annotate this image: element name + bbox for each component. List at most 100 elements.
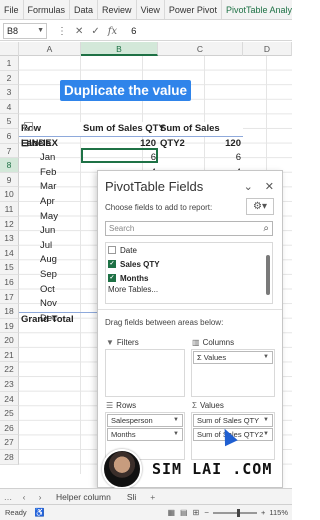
row-header-22[interactable]: 22 (0, 362, 19, 378)
rows-chip-months[interactable]: Months ▼ (107, 428, 183, 441)
values-chip-sales-qty[interactable]: Sum of Sales QTY ▼ (193, 414, 273, 427)
normal-view-icon[interactable]: ▦ (167, 508, 175, 517)
row-header-18[interactable]: 18 (0, 304, 19, 319)
row-header-24[interactable]: 24 (0, 391, 19, 407)
group-label[interactable]: ⊟ INDEX (21, 137, 58, 152)
select-all-corner[interactable] (0, 42, 19, 56)
month-label[interactable]: Sep (40, 268, 57, 283)
row-header-11[interactable]: 11 (0, 201, 19, 217)
field-list-scrollbar[interactable] (266, 255, 270, 295)
tab-data[interactable]: Data (70, 0, 99, 19)
page-layout-icon[interactable]: ▤ (180, 508, 188, 517)
row-header-14[interactable]: 14 (0, 245, 19, 261)
month-label[interactable]: Apr (40, 195, 55, 210)
chevron-down-icon[interactable]: ▼ (263, 352, 269, 363)
checkbox-sales-qty[interactable]: ✓ (108, 260, 116, 268)
month-label[interactable]: Jan (40, 151, 55, 166)
chevron-down-icon[interactable]: ▼ (173, 429, 179, 440)
more-icon[interactable]: ⋮ (57, 26, 67, 37)
add-sheet-icon[interactable]: + (150, 492, 155, 502)
enter-icon[interactable]: ✓ (91, 26, 99, 37)
row-header-15[interactable]: 15 (0, 260, 19, 275)
tab-pivottable-analyze[interactable]: PivotTable Analyze (222, 0, 292, 19)
close-icon[interactable]: ✕ (265, 180, 274, 193)
row-header-25[interactable]: 25 (0, 406, 19, 421)
row-header-1[interactable]: 1 (0, 56, 19, 71)
columns-values-chip[interactable]: Σ Values ▼ (193, 351, 273, 364)
name-box[interactable]: B8 ▼ (3, 23, 47, 39)
row-header-28[interactable]: 28 (0, 450, 19, 465)
row-header-16[interactable]: 16 (0, 274, 19, 290)
tab-power-pivot[interactable]: Power Pivot (165, 0, 222, 19)
row-header-20[interactable]: 20 (0, 333, 19, 348)
sheet-tab-helper-column[interactable]: Helper column (48, 492, 119, 502)
row-header-2[interactable]: 2 (0, 70, 19, 86)
sheet-tab-sli[interactable]: Sli (119, 492, 144, 502)
tab-review[interactable]: Review (98, 0, 137, 19)
rows-area-label: ☰ Rows (106, 401, 136, 410)
chevron-down-icon[interactable]: ▼ (263, 415, 269, 426)
gear-icon[interactable]: ⚙▾ (246, 198, 274, 215)
accessibility-icon[interactable]: ♿ (35, 508, 45, 517)
month-label[interactable]: Oct (40, 283, 55, 298)
more-tables-link[interactable]: More Tables... (106, 285, 272, 294)
tab-formulas[interactable]: Formulas (24, 0, 71, 19)
month-label[interactable]: Aug (40, 253, 57, 268)
row-header-21[interactable]: 21 (0, 347, 19, 363)
name-box-value: B8 (7, 26, 19, 36)
month-label[interactable]: Nov (40, 297, 57, 312)
chevron-down-icon[interactable]: ▼ (37, 24, 44, 38)
page-break-icon[interactable]: ⊞ (193, 508, 200, 517)
row-header-19[interactable]: 19 (0, 318, 19, 334)
row-header-17[interactable]: 17 (0, 289, 19, 305)
chevron-down-icon[interactable]: ▼ (263, 429, 269, 440)
chevron-left-icon[interactable]: ‹ (16, 492, 32, 502)
checkbox-months[interactable]: ✓ (108, 274, 116, 282)
zoom-slider[interactable] (212, 508, 257, 517)
chevron-down-icon[interactable]: ▼ (173, 415, 179, 426)
tab-file[interactable]: File (0, 0, 24, 19)
row-header-8[interactable]: 8 (0, 158, 19, 173)
zoom-level[interactable]: 115% (269, 508, 288, 517)
filters-drop-area[interactable] (105, 349, 185, 397)
filter-dropdown-icon[interactable]: ▼ (24, 122, 33, 133)
field-item-months[interactable]: ✓ Months (106, 271, 272, 285)
month-label[interactable]: Jul (40, 239, 52, 254)
tab-view[interactable]: View (137, 0, 165, 19)
formula-input[interactable]: 6 (131, 26, 136, 37)
field-search-input[interactable]: Search ⌕ (105, 221, 273, 236)
column-header-a[interactable]: A (19, 42, 81, 56)
cancel-icon[interactable]: ✕ (75, 26, 83, 37)
field-item-sales-qty[interactable]: ✓ Sales QTY (106, 257, 272, 271)
row-header-4[interactable]: 4 (0, 99, 19, 115)
month-label[interactable]: May (40, 210, 58, 225)
chevron-right-icon[interactable]: › (32, 492, 48, 502)
more-icon[interactable]: … (0, 492, 16, 502)
active-cell-b8[interactable] (81, 148, 158, 163)
month-label[interactable]: Feb (40, 166, 56, 181)
fx-icon[interactable]: fx (108, 26, 117, 37)
column-header-c[interactable]: C (158, 42, 243, 56)
month-value-2[interactable]: 6 (236, 151, 241, 166)
month-label[interactable]: Jun (40, 224, 55, 239)
chevron-down-icon[interactable]: ⌄ (244, 180, 253, 193)
row-header-23[interactable]: 23 (0, 377, 19, 392)
month-label[interactable]: Mar (40, 180, 56, 195)
field-item-date[interactable]: Date (106, 243, 272, 257)
rows-chip-salesperson[interactable]: Salesperson ▼ (107, 414, 183, 427)
row-header-27[interactable]: 27 (0, 435, 19, 451)
row-header-13[interactable]: 13 (0, 231, 19, 246)
checkbox-date[interactable] (108, 246, 116, 254)
row-header-5[interactable]: 5 (0, 114, 19, 129)
column-header-b[interactable]: B (81, 42, 158, 56)
row-header-3[interactable]: 3 (0, 85, 19, 100)
row-header-10[interactable]: 10 (0, 187, 19, 202)
row-header-9[interactable]: 9 (0, 172, 19, 188)
row-header-12[interactable]: 12 (0, 216, 19, 232)
zoom-out-icon[interactable]: − (204, 508, 209, 517)
row-header-6[interactable]: 6 (0, 128, 19, 144)
row-header-7[interactable]: 7 (0, 143, 19, 159)
row-header-26[interactable]: 26 (0, 420, 19, 436)
zoom-in-icon[interactable]: + (261, 508, 265, 517)
column-header-d[interactable]: D (243, 42, 292, 56)
